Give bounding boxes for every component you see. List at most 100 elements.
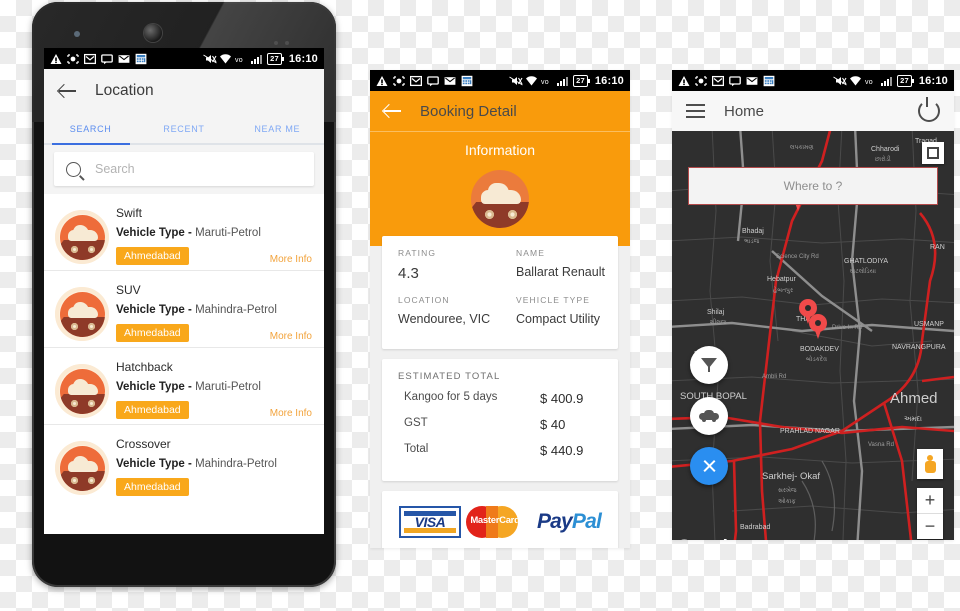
city-badge: Ahmedabad xyxy=(116,324,189,342)
hamburger-icon[interactable] xyxy=(686,104,705,118)
map-pin[interactable] xyxy=(809,314,827,340)
info-card: RATING NAME 4.3 Ballarat Renault LOCATIO… xyxy=(382,236,618,349)
gmail-icon xyxy=(409,75,423,87)
signal-bars-icon xyxy=(881,75,893,87)
gmail-icon xyxy=(711,75,725,87)
page-title: Location xyxy=(95,82,154,99)
more-info-link[interactable]: More Info xyxy=(270,408,312,419)
status-bar-3: vo 27 16:10 xyxy=(672,70,954,91)
map-label: RAN xyxy=(930,244,945,251)
location-value: Wendouree, VIC xyxy=(398,312,491,326)
tab-near-me[interactable]: NEAR ME xyxy=(231,124,324,134)
city-badge: Ahmedabad xyxy=(116,401,189,419)
line-item-amount: $ 400.9 xyxy=(540,391,584,406)
vehicle-type-label: Vehicle Type - xyxy=(116,381,192,393)
warning-icon xyxy=(50,53,62,65)
map-label: Hebatpur xyxy=(767,276,796,283)
wifi-icon xyxy=(849,75,862,87)
map-label: હેબતપુર xyxy=(773,286,793,294)
fullscreen-icon[interactable] xyxy=(922,142,944,164)
vehicle-fab[interactable] xyxy=(690,397,728,435)
visa-logo: VISA xyxy=(398,506,461,538)
map-label: Drive In Rd xyxy=(832,325,862,331)
close-fab[interactable] xyxy=(690,447,728,485)
map-label: Badrabad xyxy=(740,524,770,531)
page-title: Home xyxy=(724,102,765,120)
map-label: બોડકદેવ xyxy=(806,355,827,363)
phone1-appbar: Location xyxy=(44,69,324,113)
power-icon[interactable] xyxy=(918,97,940,122)
tab-search[interactable]: SEARCH xyxy=(44,124,137,134)
back-arrow-icon[interactable] xyxy=(383,101,403,121)
warning-icon xyxy=(376,75,388,87)
map-label: ઘાટલોડિયા xyxy=(850,267,876,275)
search-placeholder: Where to ? xyxy=(783,179,843,193)
funnel-icon xyxy=(701,357,717,373)
paypal-logo: PayPal xyxy=(537,510,602,534)
car-icon xyxy=(471,170,529,228)
vehicle-type-label: Vehicle Type - xyxy=(116,227,192,239)
phone3-appbar: Home xyxy=(672,91,954,131)
table-row: Kangoo for 5 days $ 400.9 xyxy=(382,391,618,406)
tab-recent[interactable]: RECENT xyxy=(137,124,230,134)
map-label: લપકામણ xyxy=(790,145,814,151)
pegman-icon[interactable] xyxy=(917,449,943,479)
tab-active-indicator xyxy=(52,142,130,145)
calculator-icon xyxy=(461,75,473,87)
mute-icon xyxy=(509,75,523,87)
vehicle-type: Vehicle Type - Maruti-Petrol xyxy=(116,381,313,393)
map-label: Bhadaj xyxy=(742,228,764,235)
payment-methods-card: VISA MasterCard PayPal xyxy=(382,491,618,548)
screenshot-stage: vo 27 16:10 Location SEARCH RECENT NEAR xyxy=(0,0,960,611)
vehicle-type-label: Vehicle Type - xyxy=(116,458,192,470)
list-item[interactable]: SUV Vehicle Type - Mahindra-Petrol Ahmed… xyxy=(44,271,324,348)
vehicle-list: Swift Vehicle Type - Maruti-Petrol Ahmed… xyxy=(44,194,324,501)
map-label: Science City Rd xyxy=(776,254,819,260)
contacts-sync-icon xyxy=(695,75,707,87)
list-item[interactable]: Swift Vehicle Type - Maruti-Petrol Ahmed… xyxy=(44,194,324,271)
vehicle-type-value: Mahindra-Petrol xyxy=(195,458,277,470)
status-clock: 16:10 xyxy=(918,74,948,87)
search-input[interactable]: Where to ? xyxy=(688,167,938,205)
estimated-total-heading: ESTIMATED TOTAL xyxy=(398,371,501,382)
signal-vo-icon: vo xyxy=(541,75,553,87)
vehicle-type-value: Mahindra-Petrol xyxy=(195,304,277,316)
vehicle-type-value: Maruti-Petrol xyxy=(195,227,261,239)
map-label: GHATLODIYA xyxy=(844,258,888,265)
front-camera xyxy=(144,24,162,42)
list-item[interactable]: Crossover Vehicle Type - Mahindra-Petrol… xyxy=(44,425,324,501)
more-info-link[interactable]: More Info xyxy=(270,331,312,342)
signal-bars-icon xyxy=(251,53,263,65)
phone2-appbar: Booking Detail xyxy=(370,91,630,131)
map-label: PRAHLAD NAGAR xyxy=(780,428,840,435)
car-avatar xyxy=(55,441,109,495)
map-label: NAVRANGPURA xyxy=(892,344,946,351)
filter-fab[interactable] xyxy=(690,346,728,384)
zoom-controls: + − xyxy=(917,488,943,539)
visa-text: VISA xyxy=(414,514,446,530)
wifi-icon xyxy=(525,75,538,87)
zoom-out-button[interactable]: − xyxy=(917,514,943,539)
map-label: શીલજ xyxy=(710,318,727,326)
zoom-in-button[interactable]: + xyxy=(917,488,943,514)
search-input[interactable]: Search xyxy=(54,152,314,186)
more-info-link[interactable]: More Info xyxy=(270,254,312,265)
wifi-icon xyxy=(219,53,232,65)
phone-screenshot-3: vo 27 16:10 Home લપકામણ Chharodi છારોડી … xyxy=(672,70,954,540)
map-label: છારોડી xyxy=(875,155,891,163)
status-bar-1: vo 27 16:10 xyxy=(44,48,324,69)
back-arrow-icon[interactable] xyxy=(58,81,78,101)
estimated-total-card: ESTIMATED TOTAL Kangoo for 5 days $ 400.… xyxy=(382,359,618,481)
vehicle-type: Vehicle Type - Mahindra-Petrol xyxy=(116,304,313,316)
status-bar-2: vo 27 16:10 xyxy=(370,70,630,91)
vehicle-type-label: VEHICLE TYPE xyxy=(516,295,590,305)
vehicle-name: Crossover xyxy=(116,437,171,451)
map-view[interactable]: લપકામણChharodiછારોડીTragadસાલંજBhadajભાડ… xyxy=(672,131,954,540)
map-label: BODAKDEV xyxy=(800,346,839,353)
calculator-icon xyxy=(135,53,147,65)
search-placeholder: Search xyxy=(95,162,135,176)
list-item[interactable]: Hatchback Vehicle Type - Maruti-Petrol A… xyxy=(44,348,324,425)
car-avatar xyxy=(55,287,109,341)
hero-section: Information xyxy=(370,131,630,246)
map-label: Chharodi xyxy=(871,146,900,153)
